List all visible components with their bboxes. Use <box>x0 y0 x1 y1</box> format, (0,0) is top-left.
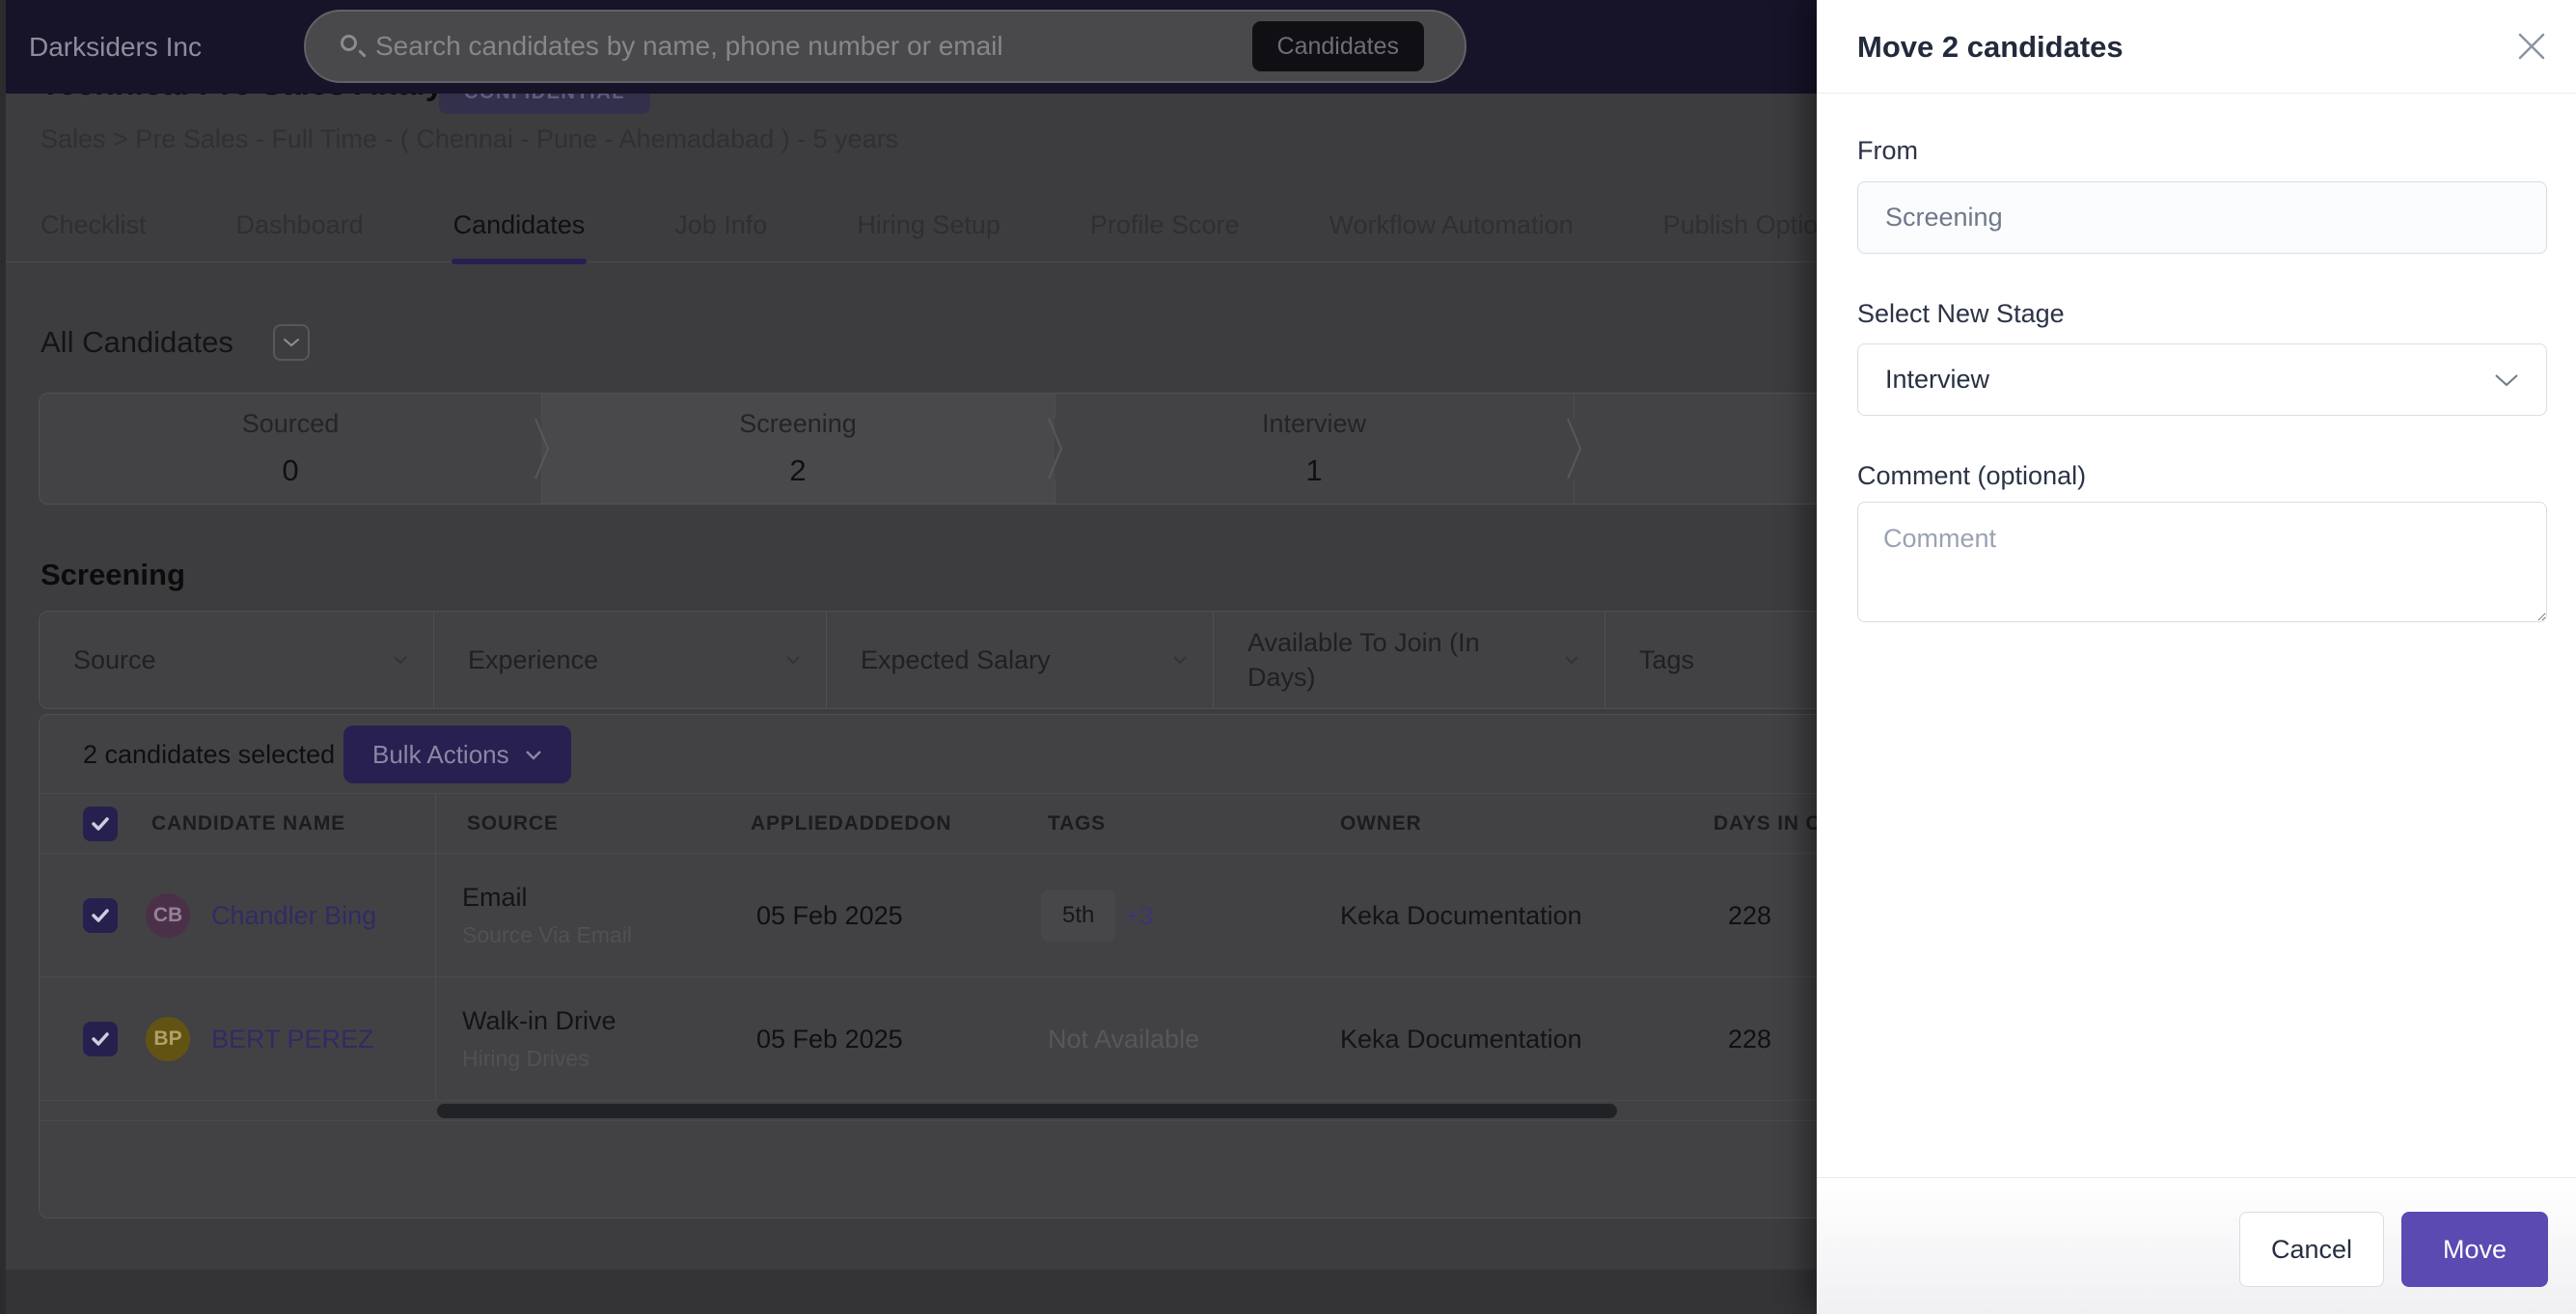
checkmark-icon <box>91 1031 110 1047</box>
stage-screening[interactable]: Screening 2 <box>541 394 1055 504</box>
row-checkbox[interactable] <box>83 898 118 933</box>
stage-section-title: Screening <box>41 558 185 592</box>
chevron-down-icon <box>525 750 542 760</box>
chevron-down-icon <box>2494 373 2519 387</box>
chevron-down-icon <box>283 338 300 347</box>
frozen-column-divider <box>435 794 436 1101</box>
comment-textarea[interactable] <box>1857 502 2547 622</box>
applied-date: 05 Feb 2025 <box>756 854 903 977</box>
table-row: BP BERT PEREZ Walk-in Drive Hiring Drive… <box>40 977 2102 1101</box>
stage-sourced[interactable]: Sourced 0 <box>40 394 541 504</box>
applied-date: 05 Feb 2025 <box>756 977 903 1101</box>
tab-job-info[interactable]: Job Info <box>674 189 767 261</box>
more-tags-link[interactable]: +3 <box>1125 854 1154 977</box>
job-breadcrumb: Sales > Pre Sales - Full Time - ( Chenna… <box>41 124 898 154</box>
modal-header: Move 2 candidates <box>1817 0 2576 94</box>
source-cell: Walk-in Drive Hiring Drives <box>462 977 617 1101</box>
candidates-view-label: All Candidates <box>41 325 233 360</box>
table-header-row: CANDIDATE NAME SOURCE APPLIEDADDEDON TAG… <box>40 794 2102 854</box>
tags-cell: Not Available <box>1048 977 1199 1101</box>
company-name: Darksiders Inc <box>29 0 202 94</box>
search-placeholder: Search candidates by name, phone number … <box>375 12 1003 81</box>
candidate-name-link[interactable]: Chandler Bing <box>211 854 376 977</box>
job-tabs: Checklist Dashboard Candidates Job Info … <box>0 189 1818 262</box>
new-stage-label: Select New Stage <box>1857 299 2065 329</box>
tab-profile-score[interactable]: Profile Score <box>1090 189 1240 261</box>
move-candidates-modal: Move 2 candidates From Screening Select … <box>1817 0 2576 1314</box>
candidates-table: 2 candidates selected Bulk Actions CANDI… <box>39 714 2103 1218</box>
chevron-down-icon <box>393 655 408 665</box>
filter-available-to-join[interactable]: Available To Join (In Days) <box>1214 612 1605 708</box>
col-candidate-name: CANDIDATE NAME <box>151 794 345 854</box>
days-in-stage-cell: 228 <box>1728 854 1771 977</box>
modal-title: Move 2 candidates <box>1857 0 2124 94</box>
global-search-input[interactable]: Search candidates by name, phone number … <box>304 10 1466 83</box>
tab-hiring-setup[interactable]: Hiring Setup <box>857 189 1000 261</box>
days-in-stage-cell: 228 <box>1728 977 1771 1101</box>
col-applied-added-on: APPLIEDADDEDON <box>751 794 951 854</box>
tag-chip: 5th <box>1041 890 1115 942</box>
table-bottom-border <box>40 1120 2102 1121</box>
col-tags: TAGS <box>1048 794 1106 854</box>
source-cell: Email Source Via Email <box>462 854 632 977</box>
selected-count-text: 2 candidates selected <box>83 715 335 794</box>
modal-footer: Cancel Move <box>1817 1177 2576 1314</box>
bulk-actions-button[interactable]: Bulk Actions <box>343 725 571 783</box>
owner-cell: Keka Documentation <box>1340 854 1582 977</box>
app-root: Technical Pre Sales Analyst CONFIDENTIAL… <box>0 0 2576 1314</box>
col-owner: OWNER <box>1340 794 1422 854</box>
row-checkbox[interactable] <box>83 1022 118 1056</box>
search-icon <box>341 35 366 60</box>
tab-workflow-automation[interactable]: Workflow Automation <box>1329 189 1573 261</box>
filter-expected-salary[interactable]: Expected Salary <box>827 612 1214 708</box>
tab-dashboard[interactable]: Dashboard <box>236 189 364 261</box>
move-button[interactable]: Move <box>2401 1212 2548 1287</box>
chevron-down-icon <box>785 655 801 665</box>
candidate-name-link[interactable]: BERT PEREZ <box>211 977 374 1101</box>
col-source: SOURCE <box>467 794 559 854</box>
avatar: CB <box>146 893 190 938</box>
filter-experience[interactable]: Experience <box>434 612 827 708</box>
filter-bar: Source Experience Expected Salary Availa… <box>39 611 2103 709</box>
comment-label: Comment (optional) <box>1857 461 2086 491</box>
tab-candidates[interactable]: Candidates <box>453 189 586 261</box>
bulk-actions-bar: 2 candidates selected Bulk Actions <box>40 715 2102 794</box>
pipeline-stages: Sourced 0 Screening 2 Interview 1 Pre <box>39 393 2103 505</box>
new-stage-select[interactable]: Interview <box>1857 343 2547 416</box>
stage-interview[interactable]: Interview 1 <box>1055 394 1574 504</box>
search-scope-badge[interactable]: Candidates <box>1252 21 1424 71</box>
table-row: CB Chandler Bing Email Source Via Email … <box>40 854 2102 977</box>
checkmark-icon <box>91 908 110 923</box>
filter-source[interactable]: Source <box>40 612 434 708</box>
view-dropdown-button[interactable] <box>273 324 310 361</box>
select-all-checkbox[interactable] <box>83 807 118 841</box>
chevron-down-icon <box>1172 655 1188 665</box>
close-icon[interactable] <box>2512 27 2551 66</box>
window-edge <box>0 0 6 1314</box>
avatar: BP <box>146 1017 190 1061</box>
from-label: From <box>1857 136 1918 166</box>
horizontal-scrollbar <box>40 1101 2102 1120</box>
scrollbar-thumb[interactable] <box>437 1104 1617 1118</box>
from-stage-field: Screening <box>1857 181 2547 254</box>
checkmark-icon <box>91 816 110 832</box>
tab-checklist[interactable]: Checklist <box>41 189 147 261</box>
chevron-down-icon <box>1564 655 1579 665</box>
cancel-button[interactable]: Cancel <box>2239 1212 2384 1287</box>
owner-cell: Keka Documentation <box>1340 977 1582 1101</box>
